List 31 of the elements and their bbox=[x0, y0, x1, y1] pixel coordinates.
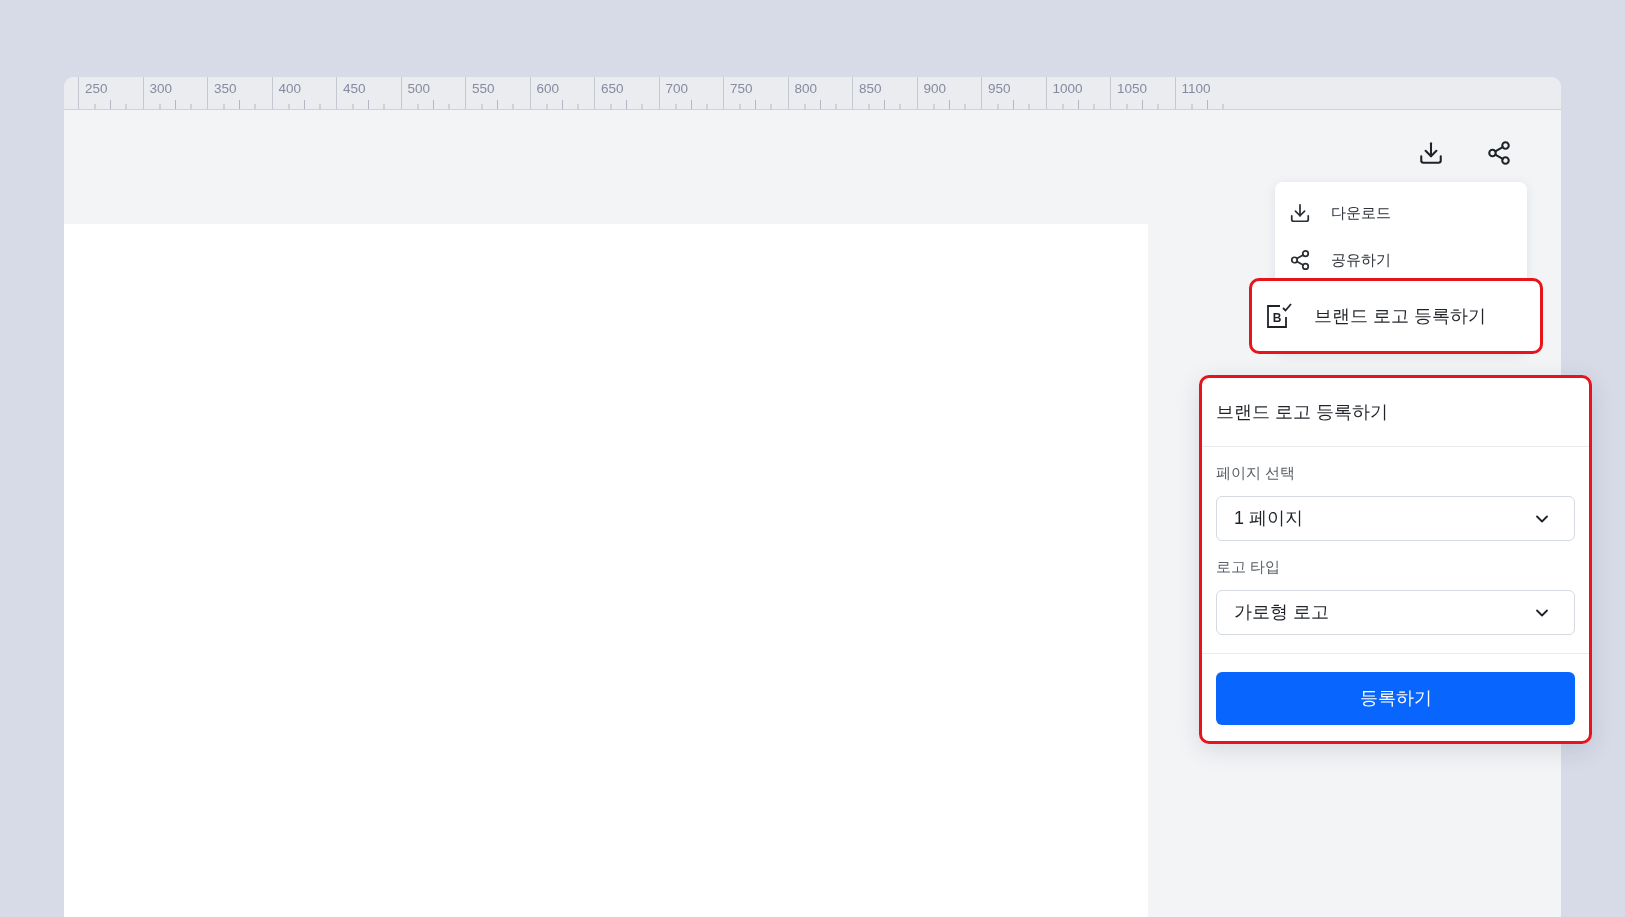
ruler-label: 450 bbox=[343, 81, 366, 97]
ruler-label: 300 bbox=[149, 81, 173, 97]
submit-button[interactable]: 등록하기 bbox=[1216, 672, 1575, 725]
ruler-label: 1000 bbox=[1052, 81, 1083, 97]
ruler-label: 1050 bbox=[1117, 81, 1148, 97]
field-label: 페이지 선택 bbox=[1216, 463, 1296, 483]
panel-title: 브랜드 로고 등록하기 bbox=[1216, 400, 1388, 424]
menu-item[interactable]: 공유하기 bbox=[1275, 242, 1527, 278]
select-field[interactable]: 1 페이지 bbox=[1216, 496, 1575, 541]
ruler-label: 900 bbox=[923, 81, 947, 97]
ruler-label: 550 bbox=[472, 81, 495, 97]
select-field[interactable]: 가로형 로고 bbox=[1216, 590, 1575, 635]
ruler-label: 1100 bbox=[1181, 81, 1211, 97]
ruler-label: 750 bbox=[730, 81, 753, 97]
ruler-label: 600 bbox=[536, 81, 560, 97]
ruler-label: 400 bbox=[278, 81, 302, 97]
ruler-label: 650 bbox=[601, 81, 624, 97]
download-icon bbox=[1289, 202, 1311, 224]
ruler-label: 850 bbox=[859, 81, 882, 97]
ruler-label: 250 bbox=[85, 81, 108, 97]
download-icon bbox=[1418, 140, 1444, 166]
ruler-label: 500 bbox=[407, 81, 431, 97]
menu-item[interactable]: B 브랜드 로고 등록하기 bbox=[1249, 278, 1543, 354]
ruler-label: 950 bbox=[988, 81, 1011, 97]
share-icon bbox=[1289, 249, 1311, 271]
menu-item[interactable]: 다운로드 bbox=[1275, 195, 1527, 231]
ruler-label: 350 bbox=[214, 81, 237, 97]
ruler-label: 700 bbox=[665, 81, 689, 97]
field-label: 로고 타입 bbox=[1216, 557, 1281, 577]
share-icon bbox=[1486, 140, 1512, 166]
ruler-label: 800 bbox=[794, 81, 818, 97]
